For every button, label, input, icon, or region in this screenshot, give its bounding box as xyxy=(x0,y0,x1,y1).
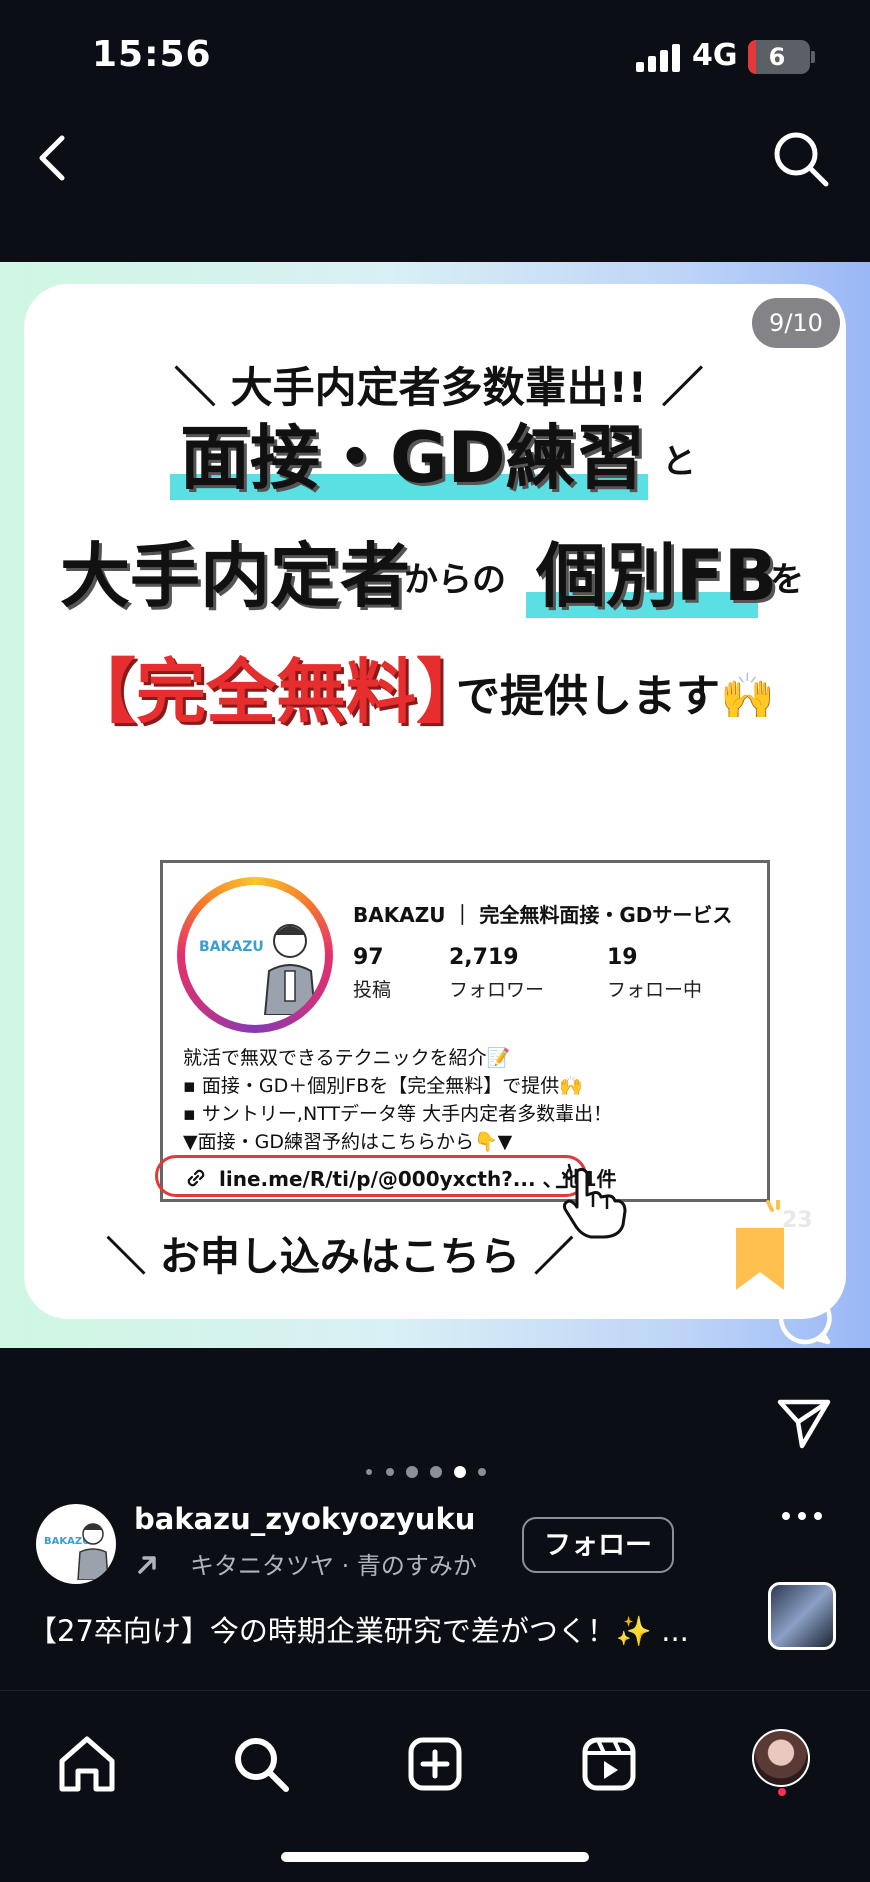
post-card: ＼ 大手内定者多数輩出!! ／ 面接・GD練習 と 大手内定者 からの 個別FB… xyxy=(24,284,846,1319)
bio-line-2: ▪ 面接・GD＋個別FBを【完全無料】で提供🙌 xyxy=(183,1075,583,1097)
link-icon xyxy=(187,1169,205,1187)
post-caption[interactable]: 【27卒向け】今の時期企業研究で差がつく！✨ ... xyxy=(28,1608,689,1650)
headline-free: 【完全無料】 xyxy=(66,651,486,733)
person-illustration-icon xyxy=(77,1523,109,1580)
battery-level: 6 xyxy=(768,43,786,71)
back-icon[interactable] xyxy=(30,130,78,186)
profile-name: BAKAZU ｜ 完全無料面接・GDサービス xyxy=(353,903,733,927)
stat-followers-label: フォロワー xyxy=(449,979,545,1001)
bio-line-3: ▪ サントリー,NTTデータ等 大手内定者多数輩出！ xyxy=(183,1103,613,1125)
status-time: 15:56 xyxy=(92,34,212,75)
post-image[interactable]: ＼ 大手内定者多数輩出!! ／ 面接・GD練習 と 大手内定者 からの 個別FB… xyxy=(0,262,870,1348)
search-icon[interactable] xyxy=(770,128,832,190)
author-username[interactable]: bakazu_zyokyozyuku xyxy=(134,1502,475,1536)
notification-dot xyxy=(778,1788,786,1796)
profile-avatar-nav[interactable] xyxy=(752,1729,810,1787)
heart-icon[interactable] xyxy=(770,1128,834,1186)
battery-tip xyxy=(811,51,815,63)
stat-posts-value: 97 xyxy=(353,945,384,970)
audio-thumbnail[interactable] xyxy=(768,1582,836,1650)
status-bar: 15:56 4G 6 xyxy=(0,0,870,110)
stat-followers-value: 2,719 xyxy=(449,945,519,970)
profile-preview: BAKAZU BAKAZU ｜ 完全無料面接・GDサービス 97 投稿 2,71… xyxy=(155,860,770,1239)
stat-following-value: 19 xyxy=(607,945,638,970)
stat-following-label: フォロー中 xyxy=(607,979,703,1001)
home-icon[interactable] xyxy=(52,1729,122,1799)
like-count: 23 xyxy=(782,1208,813,1233)
profile-logo: BAKAZU xyxy=(199,939,264,955)
headline-line1-suffix: と xyxy=(662,442,696,482)
carousel-counter: 9/10 xyxy=(752,298,840,348)
headline-line3: で提供します🙌 xyxy=(456,671,775,722)
stat-posts-label: 投稿 xyxy=(353,979,392,1001)
headline-line2-b: からの xyxy=(404,560,506,600)
profile-avatar-ring: BAKAZU xyxy=(177,877,333,1033)
home-indicator xyxy=(281,1852,589,1862)
headline-line2-a: 大手内定者 xyxy=(60,535,410,617)
search-nav-icon[interactable] xyxy=(226,1729,296,1799)
arrow-up-right-icon xyxy=(138,1556,156,1574)
network-type: 4G xyxy=(692,38,738,73)
author-avatar[interactable]: BAKAZU xyxy=(36,1504,116,1584)
reels-icon[interactable] xyxy=(574,1729,644,1799)
music-info[interactable]: キタニタツヤ · 青のすみか xyxy=(190,1546,477,1581)
apply-here-text: ＼ お申し込みはこちら ／ xyxy=(106,1234,574,1280)
send-icon[interactable] xyxy=(776,1396,832,1450)
follow-button[interactable]: フォロー xyxy=(522,1517,674,1573)
profile-avatar: BAKAZU xyxy=(185,885,325,1025)
headline-line1: 面接・GD練習 xyxy=(180,417,646,499)
more-icon[interactable] xyxy=(780,1506,824,1526)
headline-line2-d: を xyxy=(770,560,804,600)
carousel-dots xyxy=(362,1464,492,1480)
bio-line-1: 就活で無双できるテクニックを紹介📝 xyxy=(183,1047,511,1069)
signal-icon xyxy=(636,44,680,72)
comment-icon[interactable] xyxy=(776,1290,832,1346)
person-illustration-icon xyxy=(263,924,317,1015)
bookmark-icon[interactable] xyxy=(734,1226,786,1292)
battery-icon: 6 xyxy=(748,40,810,74)
create-icon[interactable] xyxy=(400,1729,470,1799)
headline-line2-c: 個別FB xyxy=(536,535,778,617)
bio-line-4: ▼面接・GD練習予約はこちらから👇▼ xyxy=(183,1131,513,1153)
